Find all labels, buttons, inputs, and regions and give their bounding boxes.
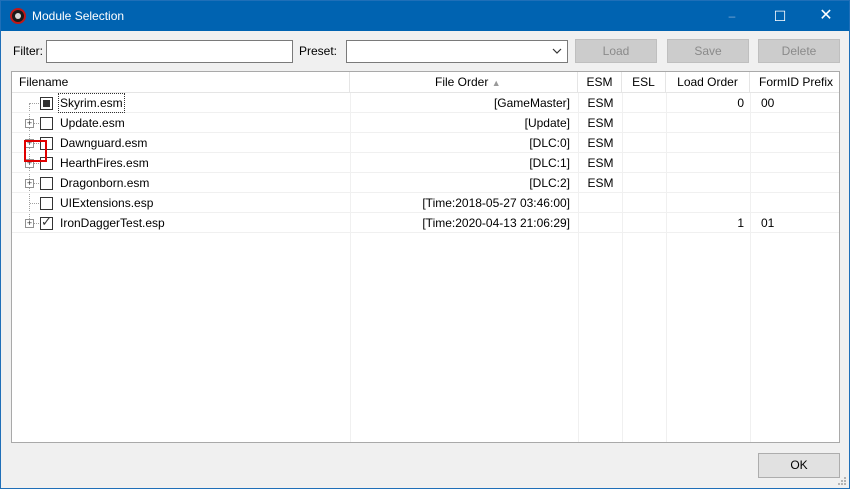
formid-prefix-cell: 01 — [761, 216, 775, 230]
preset-select[interactable] — [346, 40, 568, 63]
expand-icon[interactable]: + — [25, 219, 34, 228]
ok-button[interactable]: OK — [758, 453, 840, 478]
column-header-esm[interactable]: ESM — [578, 72, 622, 93]
esm-cell: ESM — [587, 116, 614, 130]
column-header-file-order[interactable]: File Order ▲ — [350, 72, 578, 93]
column-header-load-order[interactable]: Load Order — [666, 72, 750, 93]
filename-cell: HearthFires.esm — [60, 156, 149, 170]
window-title: Module Selection — [32, 9, 125, 23]
module-list[interactable]: Filename File Order ▲ ESM ESL Load Order… — [11, 71, 840, 443]
esm-cell: ESM — [587, 176, 614, 190]
esm-cell — [578, 193, 623, 213]
expand-icon[interactable]: + — [25, 179, 34, 188]
app-icon — [10, 8, 26, 24]
minimize-button[interactable]: – — [709, 1, 755, 31]
load-order-cell — [664, 173, 744, 193]
esm-cell: ESM — [587, 156, 614, 170]
row-checkbox[interactable] — [40, 177, 53, 190]
file-order-cell: [DLC:1] — [529, 156, 570, 170]
table-row[interactable]: Skyrim.esm [GameMaster] ESM 0 00 — [12, 93, 839, 113]
expand-icon[interactable]: + — [25, 119, 34, 128]
file-order-cell: [DLC:2] — [529, 176, 570, 190]
chevron-down-icon — [552, 44, 562, 61]
filename-cell: UIExtensions.esp — [60, 196, 154, 210]
column-header-esl[interactable]: ESL — [622, 72, 666, 93]
table-row[interactable]: + Dawnguard.esm [DLC:0] ESM — [12, 133, 839, 153]
save-button[interactable]: Save — [667, 39, 749, 63]
filename-cell: Update.esm — [60, 116, 125, 130]
esm-cell: ESM — [587, 96, 614, 110]
table-row[interactable]: + Dragonborn.esm [DLC:2] ESM — [12, 173, 839, 193]
file-order-cell: [Time:2018-05-27 03:46:00] — [422, 196, 570, 210]
file-order-cell: [GameMaster] — [493, 96, 570, 110]
file-order-cell: [Time:2020-04-13 21:06:29] — [422, 216, 570, 230]
table-row[interactable]: UIExtensions.esp [Time:2018-05-27 03:46:0… — [12, 193, 839, 213]
filename-cell: Dragonborn.esm — [60, 176, 150, 190]
filter-input[interactable] — [46, 40, 293, 63]
filter-label: Filter: — [13, 44, 43, 58]
close-button[interactable]: ✕ — [803, 1, 849, 31]
load-order-cell: 0 — [737, 96, 744, 110]
load-order-cell — [664, 113, 744, 133]
load-order-cell — [664, 153, 744, 173]
load-order-cell — [664, 133, 744, 153]
row-checkbox[interactable] — [40, 197, 53, 210]
maximize-button[interactable]: ☐ — [757, 1, 803, 31]
table-row[interactable]: + Update.esm [Update] ESM — [12, 113, 839, 133]
delete-button[interactable]: Delete — [758, 39, 840, 63]
preset-label: Preset: — [299, 44, 338, 58]
table-row[interactable]: + IronDaggerTest.esp [Time:2020-04-13 21:0… — [12, 213, 839, 233]
filename-cell: Skyrim.esm — [58, 93, 125, 113]
load-order-cell — [664, 193, 744, 213]
filename-cell: IronDaggerTest.esp — [60, 216, 165, 230]
filename-cell: Dawnguard.esm — [60, 136, 148, 150]
file-order-cell: [DLC:0] — [529, 136, 570, 150]
row-checkbox[interactable] — [40, 97, 53, 110]
column-header-formid-prefix[interactable]: FormID Prefix — [750, 72, 839, 93]
load-order-cell: 1 — [737, 216, 744, 230]
sort-ascending-icon: ▲ — [491, 78, 501, 88]
formid-prefix-cell: 00 — [761, 96, 775, 110]
table-row[interactable]: + HearthFires.esm [DLC:1] ESM — [12, 153, 839, 173]
column-header-filename[interactable]: Filename — [12, 72, 350, 93]
module-selection-window: Module Selection – ☐ ✕ Filter: Preset: L… — [0, 0, 850, 489]
resize-grip-icon[interactable] — [837, 476, 847, 486]
esm-cell: ESM — [587, 136, 614, 150]
esm-cell — [578, 213, 623, 233]
row-checkbox[interactable] — [40, 214, 53, 230]
file-order-cell: [Update] — [524, 116, 570, 130]
row-checkbox[interactable] — [40, 117, 53, 130]
checkbox-highlight — [24, 140, 47, 162]
load-button[interactable]: Load — [575, 39, 657, 63]
title-bar[interactable]: Module Selection – ☐ ✕ — [1, 1, 849, 31]
list-header: Filename File Order ▲ ESM ESL Load Order… — [12, 72, 839, 93]
